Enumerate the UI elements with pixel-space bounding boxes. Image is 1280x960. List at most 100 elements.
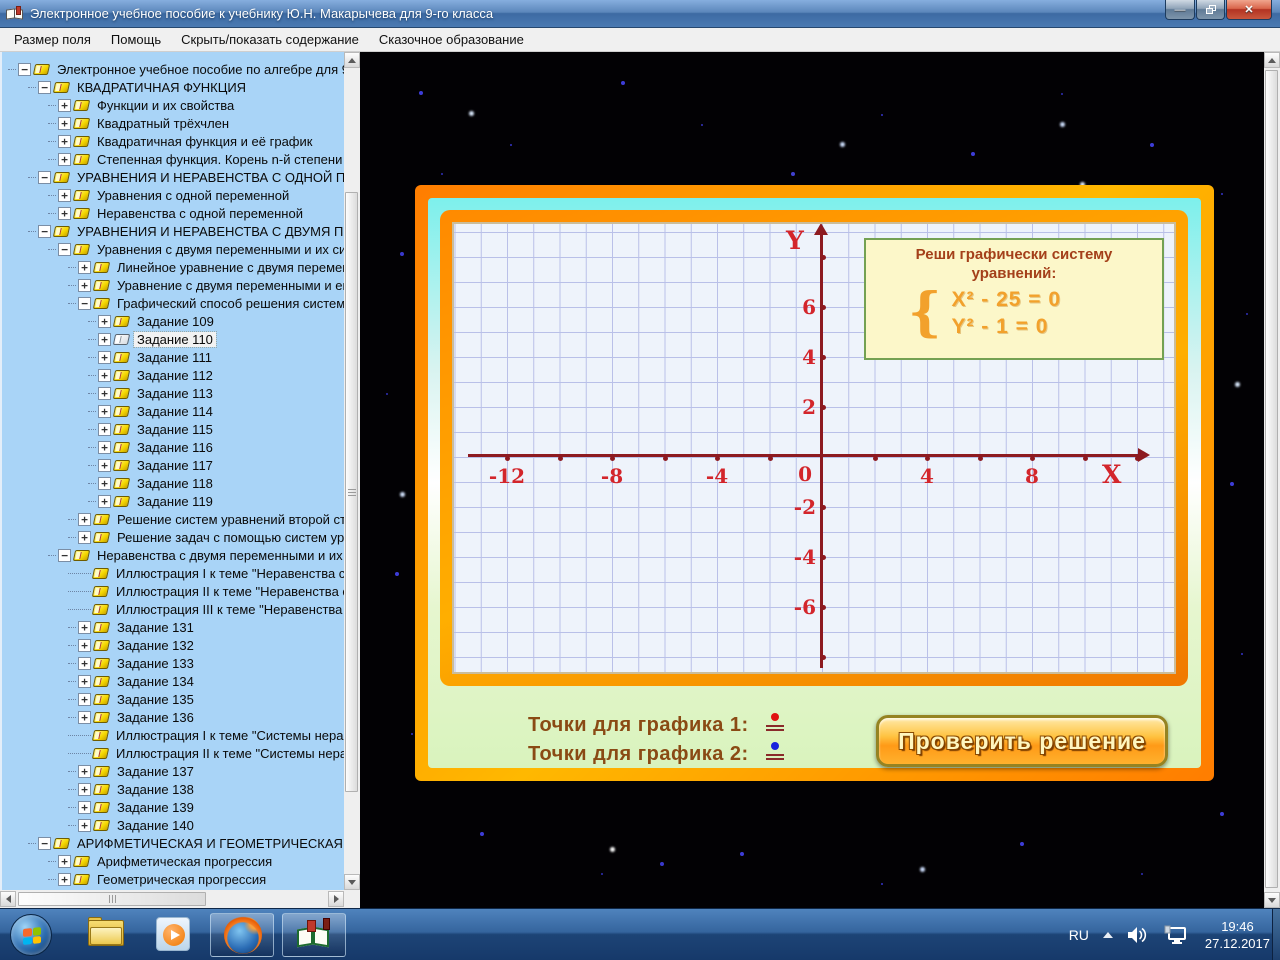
tree-item[interactable]: +Задание 117 xyxy=(2,456,344,474)
tree-item[interactable]: +Задание 115 xyxy=(2,420,344,438)
expand-toggle[interactable]: + xyxy=(58,189,71,202)
expand-toggle[interactable]: + xyxy=(58,207,71,220)
tree-item[interactable]: + Задание 119 xyxy=(2,492,344,510)
tree-item-label[interactable]: Задание 118 xyxy=(134,476,216,491)
scroll-right-button[interactable] xyxy=(328,891,344,907)
tree-item-label[interactable]: Иллюстрация I к теме "Неравенства с двум… xyxy=(113,566,344,581)
expand-toggle[interactable]: + xyxy=(78,531,91,544)
tree-item[interactable]: + Задание 109 xyxy=(2,312,344,330)
tree-item-label[interactable]: Задание 112 xyxy=(134,368,216,383)
explorer-taskbar-icon[interactable] xyxy=(88,917,124,947)
collapse-toggle[interactable]: − xyxy=(18,63,31,76)
expand-toggle[interactable]: + xyxy=(98,351,111,364)
tree-item-label[interactable]: Иллюстрация I к теме "Системы неравенств… xyxy=(113,728,344,743)
tree-item[interactable]: Иллюстрация I к теме "Неравенства с двум… xyxy=(2,564,344,582)
tree-item[interactable]: +Задание 112 xyxy=(2,366,344,384)
tree-item-label[interactable]: Уравнение с двумя переменными и его граф… xyxy=(114,278,344,293)
tree-item[interactable]: −Графический способ решения систем уравн… xyxy=(2,294,344,312)
tree-item-label[interactable]: Задание 133 xyxy=(114,656,197,671)
expand-toggle[interactable]: + xyxy=(78,819,91,832)
textbook-app-taskbar-button[interactable] xyxy=(282,913,346,957)
tree-item[interactable]: + Задание 110 xyxy=(2,330,344,348)
tree-item[interactable]: +Задание 116 xyxy=(2,438,344,456)
tree-item[interactable]: +Задание 139 xyxy=(2,798,344,816)
tree-item-label[interactable]: УРАВНЕНИЯ И НЕРАВЕНСТВА С ДВУМЯ ПЕРЕМЕНН… xyxy=(74,224,344,239)
tree-item[interactable]: + Задание 135 xyxy=(2,690,344,708)
tree-item[interactable]: + Задание 134 xyxy=(2,672,344,690)
tree-item-label[interactable]: Уравнения с одной переменной xyxy=(94,188,292,203)
tree-item-label[interactable]: Задание 115 xyxy=(134,422,216,437)
tree-item-label[interactable]: Задание 134 xyxy=(114,674,197,689)
scrollbar-thumb[interactable] xyxy=(1265,70,1278,888)
tree-item[interactable]: + Уравнение с двумя переменными и его гра… xyxy=(2,276,344,294)
tree-item[interactable]: +Задание 131 xyxy=(2,618,344,636)
collapse-toggle[interactable]: − xyxy=(38,225,51,238)
tree-item[interactable]: Иллюстрация III к теме "Неравенства с дв… xyxy=(2,600,344,618)
expand-toggle[interactable]: + xyxy=(78,693,91,706)
tree-item-label[interactable]: Задание 132 xyxy=(114,638,197,653)
close-button[interactable]: ✕ xyxy=(1226,0,1272,20)
collapse-toggle[interactable]: − xyxy=(58,549,71,562)
tree-item-label[interactable]: Задание 131 xyxy=(114,620,197,635)
tree-item-label[interactable]: Решение систем уравнений второй степени xyxy=(114,512,344,527)
expand-toggle[interactable]: + xyxy=(78,279,91,292)
media-player-taskbar-icon[interactable] xyxy=(156,917,190,951)
content-vertical-scrollbar[interactable] xyxy=(1264,52,1280,908)
expand-toggle[interactable]: + xyxy=(78,657,91,670)
expand-toggle[interactable]: + xyxy=(98,441,111,454)
tree-item[interactable]: +Геометрическая прогрессия xyxy=(2,870,344,888)
tree-item-label[interactable]: Функции и их свойства xyxy=(94,98,237,113)
expand-toggle[interactable]: + xyxy=(98,495,111,508)
tree-item-label[interactable]: Графический способ решения систем уравне… xyxy=(114,296,344,311)
collapse-toggle[interactable]: − xyxy=(38,837,51,850)
scroll-down-button[interactable] xyxy=(344,874,360,890)
restore-button[interactable] xyxy=(1196,0,1225,20)
tree-item-label[interactable]: Неравенства с одной переменной xyxy=(94,206,306,221)
tree-item-label[interactable]: Задание 119 xyxy=(134,494,216,509)
expand-toggle[interactable]: + xyxy=(78,513,91,526)
graph1-point-marker[interactable] xyxy=(764,711,786,735)
tree-item[interactable]: −Уравнения с двумя переменными и их сист… xyxy=(2,240,344,258)
collapse-toggle[interactable]: − xyxy=(38,171,51,184)
expand-toggle[interactable]: + xyxy=(78,675,91,688)
tree-item-label[interactable]: Иллюстрация III к теме "Неравенства с дв… xyxy=(113,602,344,617)
show-desktop-button[interactable] xyxy=(1272,909,1280,960)
firefox-taskbar-button[interactable] xyxy=(210,913,274,957)
tree-item[interactable]: +Квадратный трёхчлен xyxy=(2,114,344,132)
tree-item[interactable]: +Арифметическая прогрессия xyxy=(2,852,344,870)
expand-toggle[interactable]: + xyxy=(98,315,111,328)
tree-item-label[interactable]: Задание 109 xyxy=(134,314,217,329)
start-button[interactable] xyxy=(10,914,52,956)
tree-item-label[interactable]: Задание 136 xyxy=(114,710,197,725)
expand-toggle[interactable]: + xyxy=(58,855,71,868)
expand-toggle[interactable]: + xyxy=(78,711,91,724)
tree-item[interactable]: Иллюстрация II к теме "Системы неравенст… xyxy=(2,744,344,762)
tree-item-label[interactable]: АРИФМЕТИЧЕСКАЯ И ГЕОМЕТРИЧЕСКАЯ ПРОГРЕСС… xyxy=(74,836,344,851)
tree-item[interactable]: −УРАВНЕНИЯ И НЕРАВЕНСТВА С ОДНОЙ ПЕРЕМЕН… xyxy=(2,168,344,186)
menu-item[interactable]: Сказочное образование xyxy=(369,30,534,49)
tree-item-label[interactable]: Задание 110 xyxy=(134,332,216,347)
expand-toggle[interactable]: + xyxy=(98,459,111,472)
expand-toggle[interactable]: + xyxy=(98,333,111,346)
clock[interactable]: 19:46 27.12.2017 xyxy=(1205,918,1270,952)
tree-item-label[interactable]: Задание 135 xyxy=(114,692,197,707)
tree-item-label[interactable]: Задание 140 xyxy=(114,818,197,833)
tree-item-label[interactable]: Иллюстрация II к теме "Системы неравенст… xyxy=(113,746,344,761)
tree-item-label[interactable]: Задание 137 xyxy=(114,764,197,779)
menu-item[interactable]: Помощь xyxy=(101,30,171,49)
expand-toggle[interactable]: + xyxy=(58,135,71,148)
tree-item-label[interactable]: Неравенства с двумя переменными и их сис… xyxy=(94,548,344,563)
minimize-button[interactable]: — xyxy=(1165,0,1195,20)
tree-item[interactable]: − Неравенства с двумя переменными и их си… xyxy=(2,546,344,564)
tree-item-label[interactable]: Задание 139 xyxy=(114,800,197,815)
tree-item-label[interactable]: Квадратичная функция и её график xyxy=(94,134,315,149)
tree-item-label[interactable]: Решение задач с помощью систем уравнений xyxy=(114,530,344,545)
tree-item-label[interactable]: Геометрическая прогрессия xyxy=(94,872,269,887)
language-indicator[interactable]: RU xyxy=(1069,927,1089,943)
tree-item[interactable]: +Линейное уравнение с двумя переменными xyxy=(2,258,344,276)
tree-item-label[interactable]: Степенная функция. Корень n-й степени xyxy=(94,152,344,167)
tree-item[interactable]: +Задание 137 xyxy=(2,762,344,780)
tree-item-label[interactable]: Задание 138 xyxy=(114,782,197,797)
scroll-down-button[interactable] xyxy=(1264,892,1280,908)
scrollbar-thumb[interactable] xyxy=(345,192,358,792)
